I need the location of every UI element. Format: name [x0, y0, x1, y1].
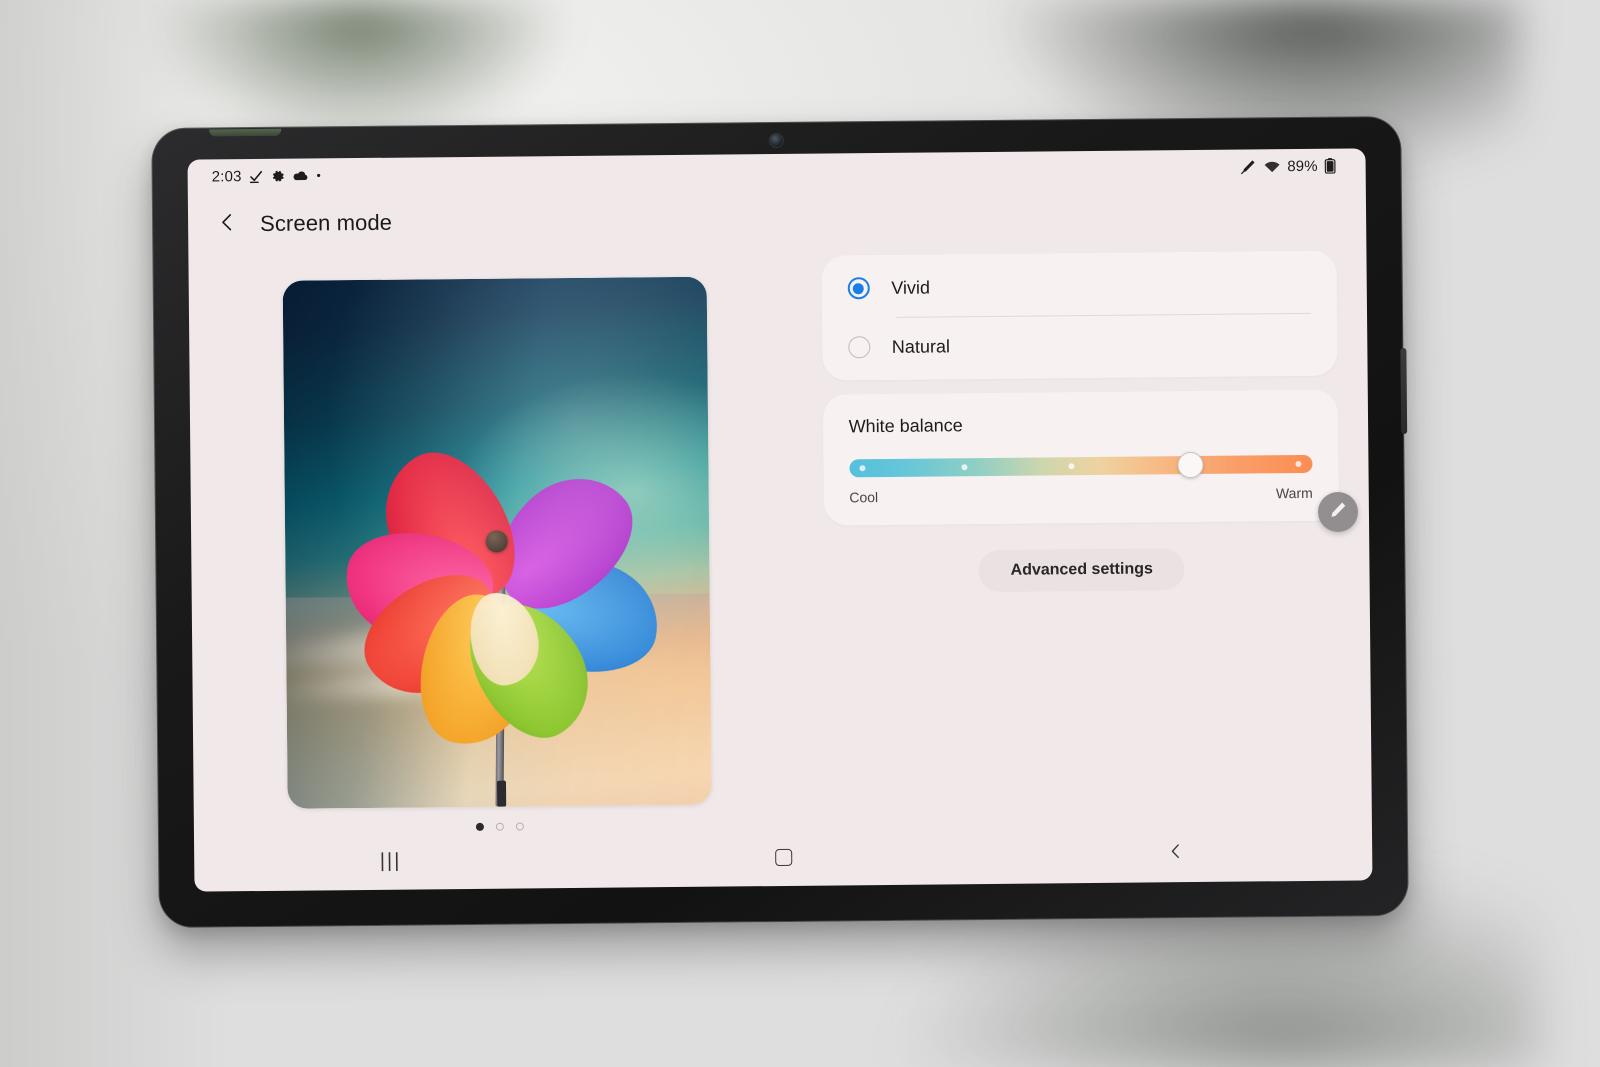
page-dot[interactable] [476, 822, 485, 831]
page-title: Screen mode [259, 209, 393, 236]
status-clock: 2:03 [211, 167, 242, 185]
navigation-bar: ||| [194, 822, 1373, 891]
white-balance-title: White balance [848, 415, 963, 437]
pen-icon [1328, 499, 1348, 524]
status-bar-left: 2:03 [212, 167, 322, 185]
slider-tick [1295, 460, 1302, 468]
recents-icon: ||| [379, 849, 402, 872]
white-balance-slider[interactable] [848, 451, 1313, 479]
chevron-left-icon [216, 211, 238, 238]
screen-mode-card: Vivid Natural [820, 250, 1338, 381]
pinwheel-stick-tip [497, 780, 507, 807]
settings-column: Vivid Natural White balance Cool Warm Ad… [801, 244, 1372, 827]
tablet-screen: 2:03 89% Screen mode Vivid Natural White… [187, 148, 1373, 892]
screen-mode-option-natural[interactable]: Natural [822, 314, 1338, 377]
white-balance-card: White balance Cool Warm [822, 389, 1340, 526]
s-pen-floating-button[interactable] [1317, 491, 1359, 533]
white-balance-legend: Cool Warm [849, 485, 1313, 505]
gear-icon [271, 168, 286, 183]
wifi-icon [1263, 160, 1280, 173]
battery-percent-label: 89% [1287, 157, 1318, 175]
page-dot[interactable] [496, 822, 505, 831]
status-bar-right: 89% [1240, 157, 1336, 175]
recents-button[interactable]: ||| [194, 847, 587, 874]
back-icon [1166, 841, 1186, 866]
home-icon [774, 848, 792, 866]
content-area: Vivid Natural White balance Cool Warm Ad… [188, 244, 1371, 833]
stylus-icon [1240, 158, 1256, 175]
white-balance-slider-handle[interactable] [1176, 451, 1204, 479]
battery-icon [1324, 158, 1336, 174]
home-button[interactable] [587, 847, 980, 868]
white-balance-warm-label: Warm [1275, 484, 1313, 502]
wallpaper-preview[interactable] [282, 276, 712, 809]
preview-column [188, 250, 806, 834]
page-dot[interactable] [516, 822, 525, 831]
tablet-antenna-band [209, 128, 282, 137]
slider-tick [859, 465, 866, 472]
dot-icon [316, 172, 322, 178]
front-camera-icon [769, 133, 783, 148]
radio-button-vivid[interactable] [847, 277, 870, 300]
slider-tick [1068, 463, 1075, 470]
screen-mode-label-vivid: Vivid [891, 277, 931, 298]
title-bar: Screen mode [188, 186, 1366, 251]
screen-mode-option-vivid[interactable]: Vivid [821, 255, 1337, 318]
cloud-icon [293, 170, 309, 182]
pinwheel-hub [485, 530, 509, 553]
slider-tick [961, 464, 968, 471]
back-button[interactable] [212, 209, 242, 239]
side-key[interactable] [1400, 347, 1408, 435]
status-bar: 2:03 89% [187, 148, 1365, 193]
check-mark-icon [249, 168, 264, 183]
tablet-device: 2:03 89% Screen mode Vivid Natural White… [151, 116, 1409, 928]
radio-button-natural[interactable] [847, 336, 870, 359]
screen-mode-label-natural: Natural [891, 335, 950, 357]
white-balance-cool-label: Cool [849, 489, 879, 506]
back-nav-button[interactable] [979, 839, 1372, 868]
advanced-settings-button[interactable]: Advanced settings [978, 548, 1185, 593]
